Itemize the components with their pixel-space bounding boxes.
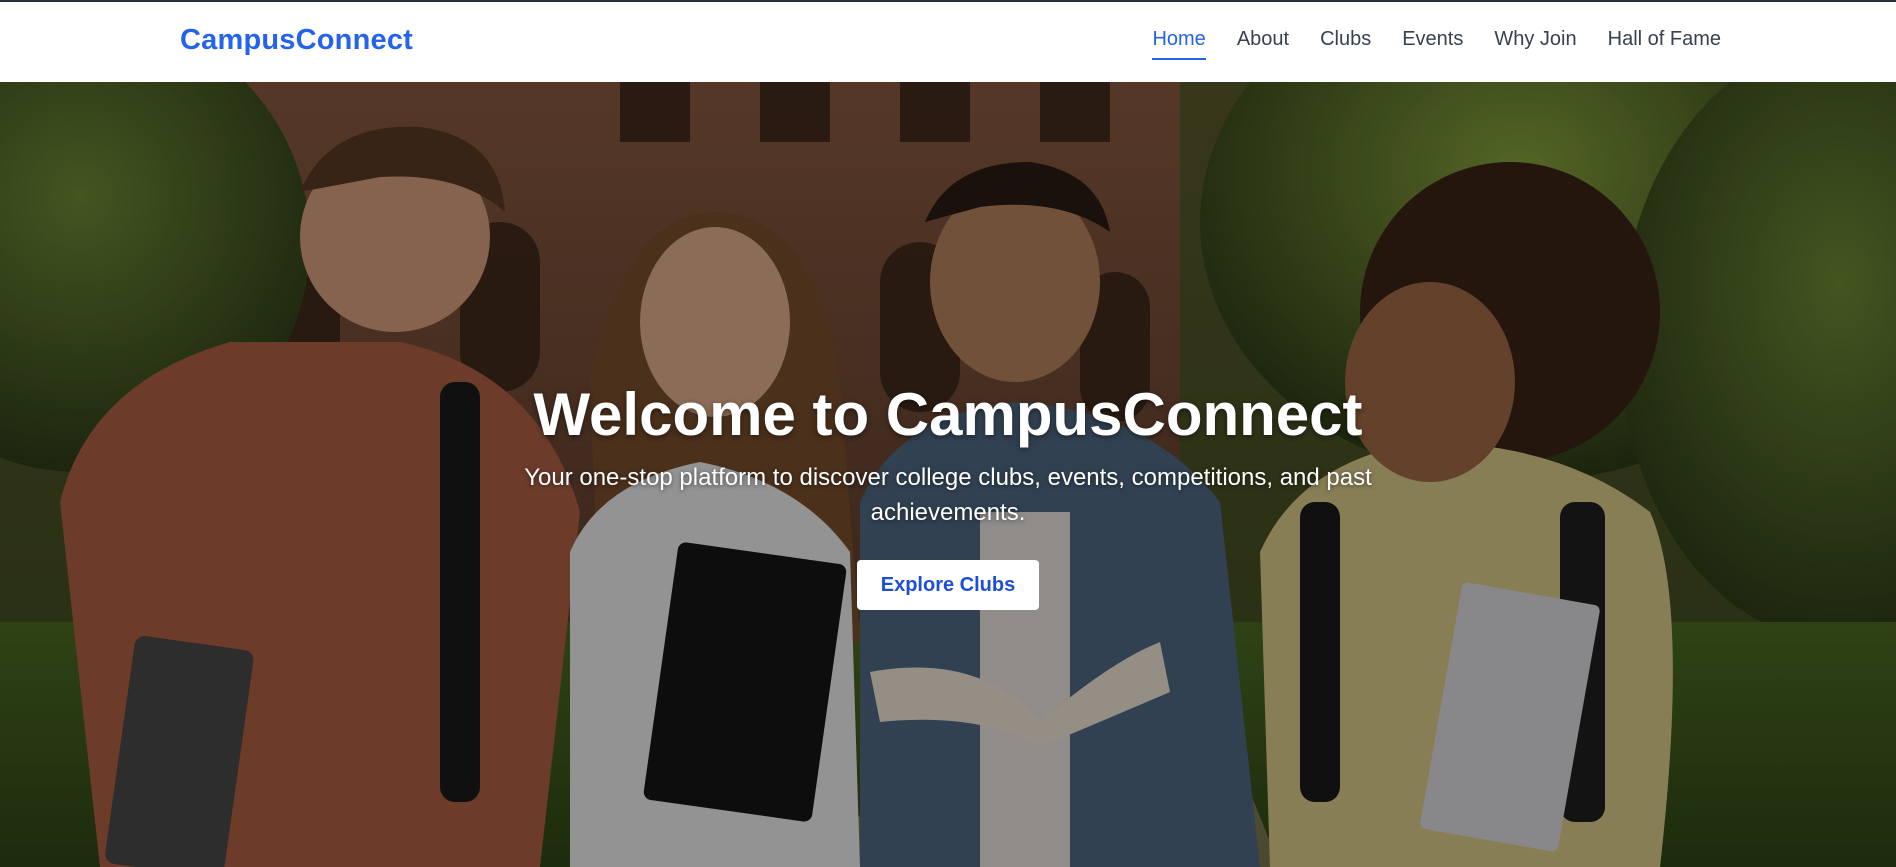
nav-links: Home About Clubs Events Why Join Hall of…: [1152, 28, 1721, 60]
explore-clubs-button[interactable]: Explore Clubs: [856, 560, 1040, 610]
hero-subtitle: Your one-stop platform to discover colle…: [524, 464, 1372, 526]
hero-title: Welcome to CampusConnect: [533, 381, 1363, 448]
nav-link-clubs[interactable]: Clubs: [1320, 28, 1371, 60]
hero-content: Welcome to CampusConnect Your one-stop p…: [0, 380, 1896, 610]
hero-section: Welcome to CampusConnect Your one-stop p…: [0, 82, 1896, 867]
nav-link-why-join[interactable]: Why Join: [1494, 28, 1576, 60]
brand-logo[interactable]: CampusConnect: [180, 24, 413, 57]
nav-link-events[interactable]: Events: [1402, 28, 1463, 60]
nav-link-hall-of-fame[interactable]: Hall of Fame: [1608, 28, 1721, 60]
nav-link-home[interactable]: Home: [1152, 28, 1206, 60]
nav-link-about[interactable]: About: [1237, 28, 1289, 60]
navbar: CampusConnect Home About Clubs Events Wh…: [0, 2, 1896, 82]
